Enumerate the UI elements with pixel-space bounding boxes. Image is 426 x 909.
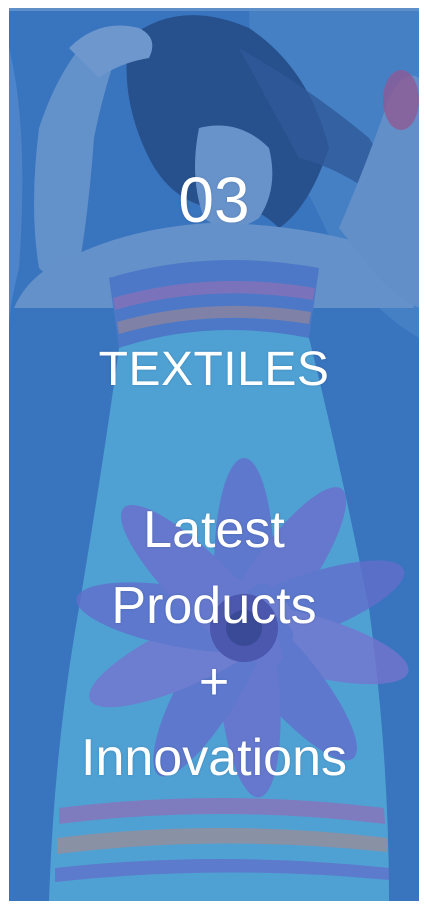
section-tagline: Latest Products + Innovations	[9, 492, 419, 796]
tagline-line: Innovations	[81, 729, 347, 787]
tagline-line: Products	[111, 577, 317, 635]
tagline-line: Latest	[143, 501, 285, 559]
card-frame: 03 TEXTILES Latest Products + Innovation…	[0, 0, 426, 909]
top-rule	[9, 8, 419, 11]
textiles-panel[interactable]: 03 TEXTILES Latest Products + Innovation…	[9, 8, 419, 901]
section-title: TEXTILES	[98, 343, 330, 396]
tagline-line: +	[198, 653, 230, 711]
section-number: 03	[178, 164, 250, 236]
